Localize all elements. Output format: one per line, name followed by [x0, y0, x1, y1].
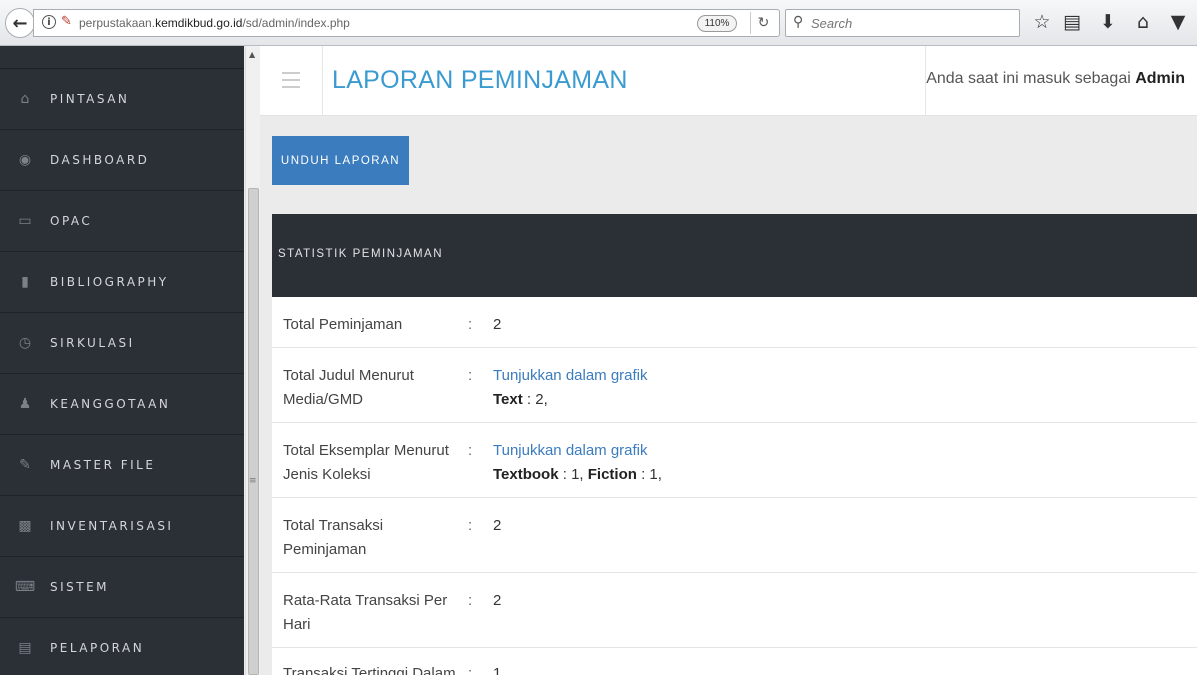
stat-colon: : — [468, 367, 473, 384]
stat-colon: : — [468, 442, 473, 459]
stat-detail: Textbook : 1, Fiction : 1, — [493, 466, 662, 483]
clock-icon: ◷ — [18, 335, 32, 351]
sidebar-item-pelaporan[interactable]: ▤ PELAPORAN — [0, 618, 244, 675]
sidebar-item-keanggotaan[interactable]: ♟ KEANGGOTAAN — [0, 374, 244, 435]
scroll-grip-icon: ≡ — [249, 476, 257, 486]
stats-panel: STATISTIK PEMINJAMAN Total Peminjaman : … — [272, 214, 1197, 675]
sidebar-item-label: KEANGGOTAAN — [50, 397, 171, 411]
sidebar-item-sirkulasi[interactable]: ◷ SIRKULASI — [0, 313, 244, 374]
sidebar-scrollbar[interactable]: ▲ ≡ — [245, 46, 260, 675]
sidebar-item-inventarisasi[interactable]: ▩ INVENTARISASI — [0, 496, 244, 557]
dashboard-icon: ◉ — [18, 152, 32, 168]
stat-colon: : — [468, 316, 473, 333]
stat-row: Total Transaksi Peminjaman : 2 — [272, 498, 1197, 573]
briefcase-icon: ▩ — [18, 518, 32, 534]
browser-search-box[interactable]: ⚲ — [785, 9, 1020, 37]
sidebar-item-label: PINTASAN — [50, 92, 130, 106]
stat-detail: Text : 2, — [493, 391, 548, 408]
info-icon[interactable]: i — [42, 15, 56, 29]
stat-colon: : — [468, 665, 473, 675]
sidebar-item-label: OPAC — [50, 214, 93, 228]
login-user: Admin — [1135, 70, 1185, 87]
sidebar: ADMIN ⌂ PINTASAN ◉ DASHBOARD ▭ OPAC ▮ BI… — [0, 46, 244, 675]
reload-icon[interactable]: ↻ — [750, 12, 776, 34]
reading-list-icon[interactable]: ▤ — [1060, 10, 1084, 34]
page-title: LAPORAN PEMINJAMAN — [332, 66, 628, 94]
stat-label: Total Peminjaman — [283, 316, 403, 333]
stat-label: Total Judul Menurut Media/GMD — [283, 367, 414, 408]
pocket-icon[interactable]: ▼ — [1166, 10, 1190, 34]
sidebar-item-master-file[interactable]: ✎ MASTER FILE — [0, 435, 244, 496]
document-icon: ▤ — [18, 640, 32, 656]
stat-row: Total Eksemplar Menurut Jenis Koleksi : … — [272, 423, 1197, 498]
address-bar[interactable]: i ✎ perpustakaan.kemdikbud.go.id/sd/admi… — [33, 9, 780, 37]
stat-row: Transaksi Tertinggi Dalam : 1 — [272, 648, 1197, 675]
pencil-icon: ✎ — [19, 457, 31, 473]
zoom-level-badge[interactable]: 110% — [697, 15, 737, 32]
page-header: LAPORAN PEMINJAMAN Anda saat ini masuk s… — [260, 46, 1197, 116]
back-arrow-icon[interactable]: ← — [5, 8, 35, 38]
stat-label: Transaksi Tertinggi Dalam — [283, 665, 456, 675]
browser-toolbar: ← i ✎ perpustakaan.kemdikbud.go.id/sd/ad… — [0, 0, 1197, 46]
user-icon: ♟ — [18, 396, 32, 412]
sidebar-item-label: MASTER FILE — [50, 458, 156, 472]
hamburger-menu-icon[interactable] — [282, 72, 302, 88]
stats-panel-header: STATISTIK PEMINJAMAN — [272, 214, 1197, 297]
star-bookmark-icon[interactable]: ☆ — [1030, 10, 1054, 34]
stat-value: Tunjukkan dalam grafik Textbook : 1, Fic… — [493, 439, 662, 487]
stat-label: Total Transaksi Peminjaman — [283, 517, 384, 558]
sidebar-item-label: PELAPORAN — [50, 641, 145, 655]
show-chart-link[interactable]: Tunjukkan dalam grafik — [493, 364, 648, 388]
bookmark-icon: ▮ — [21, 274, 29, 290]
sidebar-item-label: BIBLIOGRAPHY — [50, 275, 169, 289]
insecure-lock-icon[interactable]: ✎ — [61, 14, 72, 29]
stat-colon: : — [468, 592, 473, 609]
login-info: Anda saat ini masuk sebagai Admin — [926, 70, 1185, 87]
stat-colon: : — [468, 517, 473, 534]
stat-value: 2 — [493, 316, 502, 333]
home-icon: ⌂ — [20, 91, 30, 107]
sidebar-user-label: ADMIN — [0, 46, 244, 62]
home-browser-icon[interactable]: ⌂ — [1131, 10, 1155, 34]
monitor-icon: ▭ — [18, 213, 32, 229]
sidebar-item-label: SISTEM — [50, 580, 110, 594]
sidebar-item-label: DASHBOARD — [50, 153, 150, 167]
search-input[interactable] — [811, 13, 1011, 33]
stat-row: Total Judul Menurut Media/GMD : Tunjukka… — [272, 348, 1197, 423]
sidebar-item-label: INVENTARISASI — [50, 519, 174, 533]
sidebar-item-label: SIRKULASI — [50, 336, 135, 350]
scrollbar-thumb[interactable] — [248, 188, 259, 675]
stats-panel-title: STATISTIK PEMINJAMAN — [278, 248, 444, 260]
show-chart-link[interactable]: Tunjukkan dalam grafik — [493, 439, 662, 463]
stat-value: 2 — [493, 592, 502, 609]
stat-value: Tunjukkan dalam grafik Text : 2, — [493, 364, 648, 412]
stat-label: Rata-Rata Transaksi Per Hari — [283, 592, 448, 633]
sidebar-item-sistem[interactable]: ⌨ SISTEM — [0, 557, 244, 618]
keyboard-icon: ⌨ — [14, 579, 36, 595]
sidebar-item-opac[interactable]: ▭ OPAC — [0, 191, 244, 252]
stat-row: Rata-Rata Transaksi Per Hari : 2 — [272, 573, 1197, 648]
download-icon[interactable]: ⬇ — [1096, 10, 1120, 34]
scroll-up-arrow-icon[interactable]: ▲ — [249, 50, 255, 59]
sidebar-item-dashboard[interactable]: ◉ DASHBOARD — [0, 130, 244, 191]
sidebar-item-pintasan[interactable]: ⌂ PINTASAN — [0, 69, 244, 130]
stat-value: 2 — [493, 517, 502, 534]
download-report-button[interactable]: UNDUH LAPORAN — [272, 136, 409, 185]
search-icon: ⚲ — [793, 14, 804, 30]
stat-row: Total Peminjaman : 2 — [272, 297, 1197, 348]
url-text[interactable]: perpustakaan.kemdikbud.go.id/sd/admin/in… — [79, 16, 350, 30]
sidebar-item-bibliography[interactable]: ▮ BIBLIOGRAPHY — [0, 252, 244, 313]
stat-label: Total Eksemplar Menurut Jenis Koleksi — [283, 442, 449, 483]
header-divider — [322, 46, 323, 116]
stat-value: 1 — [493, 665, 502, 675]
